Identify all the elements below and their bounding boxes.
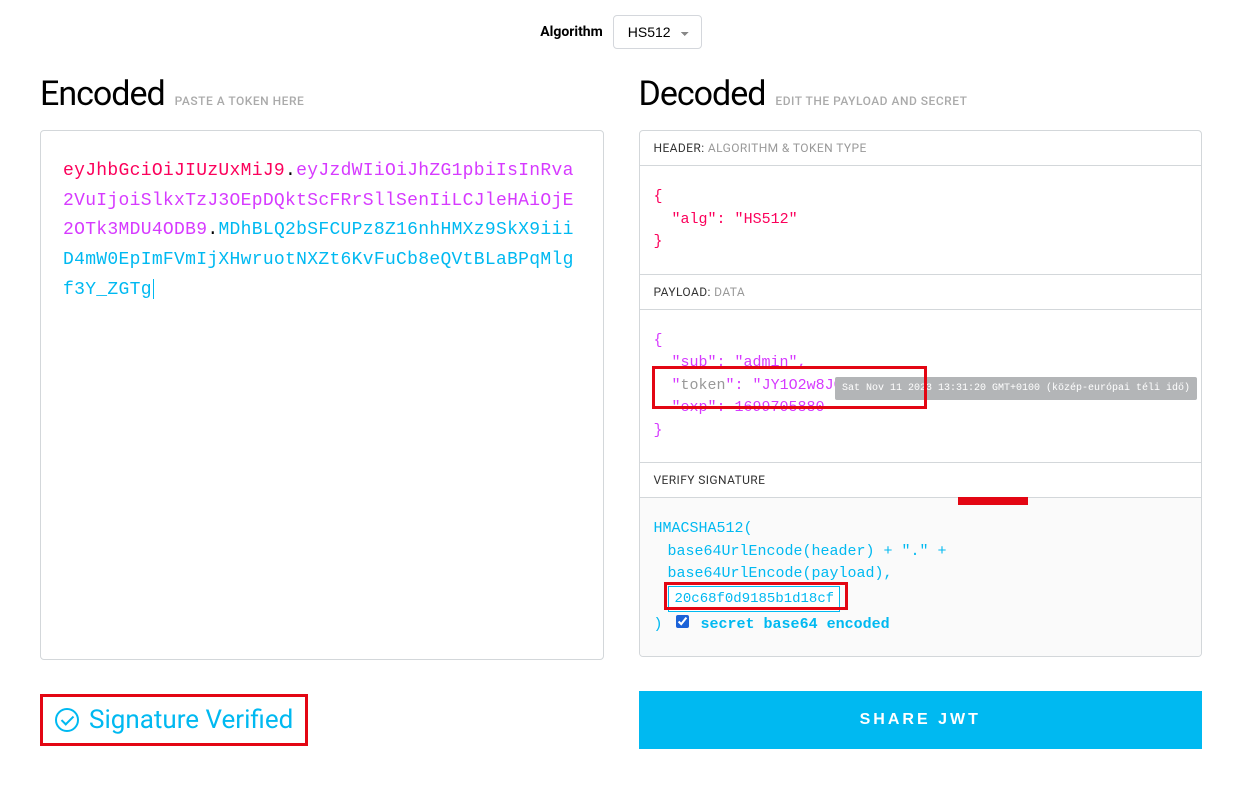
- decoded-subtitle: EDIT THE PAYLOAD AND SECRET: [775, 94, 967, 108]
- text-cursor: [153, 279, 154, 299]
- signature-status: Signature Verified: [40, 694, 308, 746]
- payload-json-editor[interactable]: { "sub": "admin", "token": "JY1O2w8JCBKR…: [640, 310, 1202, 464]
- header-json-editor[interactable]: { "alg": "HS512" }: [640, 166, 1202, 275]
- secret-base64-label: secret base64 encoded: [701, 616, 890, 633]
- algorithm-select[interactable]: HS512: [613, 15, 702, 49]
- decoded-title: DecodedEDIT THE PAYLOAD AND SECRET: [639, 74, 1203, 114]
- encoded-subtitle: PASTE A TOKEN HERE: [175, 94, 305, 108]
- signature-editor[interactable]: HMACSHA512( base64UrlEncode(header) + ".…: [640, 498, 1202, 656]
- secret-input[interactable]: [668, 586, 840, 612]
- highlight-annotation: [958, 497, 1028, 505]
- encoded-header-part: eyJhbGciOiJIUzUxMiJ9: [63, 161, 285, 181]
- check-circle-icon: [55, 708, 79, 732]
- encoded-textarea[interactable]: eyJhbGciOiJIUzUxMiJ9.eyJzdWIiOiJhZG1pbiI…: [40, 130, 604, 660]
- signature-status-text: Signature Verified: [89, 705, 293, 735]
- payload-section-label: PAYLOAD: DATA: [640, 275, 1202, 310]
- secret-base64-checkbox[interactable]: [676, 615, 689, 628]
- signature-section-label: VERIFY SIGNATURE: [640, 463, 1202, 498]
- algorithm-label: Algorithm: [540, 24, 603, 40]
- share-jwt-button[interactable]: SHARE JWT: [639, 691, 1203, 749]
- encoded-title: EncodedPASTE A TOKEN HERE: [40, 74, 604, 114]
- exp-tooltip: Sat Nov 11 2023 13:31:20 GMT+0100 (közép…: [835, 377, 1197, 400]
- header-section-label: HEADER: ALGORITHM & TOKEN TYPE: [640, 131, 1202, 166]
